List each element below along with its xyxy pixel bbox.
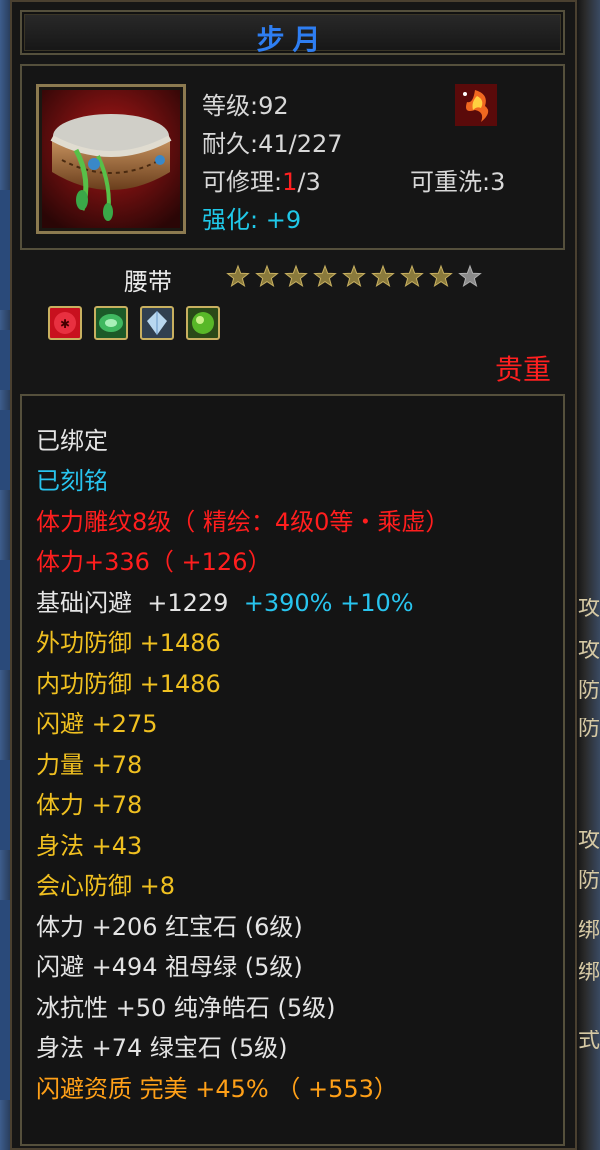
durability-value: 41/227 — [258, 130, 343, 158]
star-filled-icon — [371, 264, 395, 288]
ice-gem-icon[interactable] — [140, 306, 174, 340]
item-subheader: 腰带 ✱ 贵重 — [20, 258, 565, 388]
emerald-gem-icon[interactable] — [186, 306, 220, 340]
strength-attribute: 力量 +78 — [36, 751, 143, 779]
level-label: 等级: — [202, 92, 259, 120]
star-filled-icon — [313, 264, 337, 288]
durability-label: 耐久: — [202, 130, 259, 158]
base-dodge-value: +1229 — [147, 589, 229, 617]
enhance-value: +9 — [265, 206, 302, 234]
rewash-label: 可重洗: — [410, 168, 491, 196]
base-dodge-label: 基础闪避 — [36, 589, 132, 617]
stamina-attribute: 体力 +78 — [36, 791, 143, 819]
enhance-row: 强化: +9 — [202, 200, 301, 235]
star-empty-icon — [458, 264, 482, 288]
repair-row: 可修理:1/3 — [202, 162, 321, 197]
repair-total: /3 — [297, 168, 321, 196]
star-filled-icon — [429, 264, 453, 288]
right-panel-char: 攻 — [578, 830, 600, 852]
star-filled-icon — [342, 264, 366, 288]
star-filled-icon — [255, 264, 279, 288]
level-row: 等级:92 — [202, 86, 289, 121]
right-panel-char: 式 — [578, 1030, 600, 1052]
rewash-row: 可重洗:3 — [410, 162, 505, 197]
star-filled-icon — [226, 264, 250, 288]
gem-attribute-emerald: 闪避 +494 祖母绿 (5级) — [36, 953, 303, 981]
right-panel-char: 防 — [578, 870, 600, 892]
inner-defense-attribute: 内功防御 +1486 — [36, 670, 221, 698]
engraved-status: 已刻铭 — [36, 467, 108, 495]
gem-attribute-green: 身法 +74 绿宝石 (5级) — [36, 1034, 288, 1062]
fire-rune-icon[interactable] — [455, 84, 497, 126]
item-type: 腰带 — [124, 268, 172, 296]
right-panel-char: 绑 — [578, 962, 600, 984]
right-panel-char: 绑 — [578, 920, 600, 942]
agility-attribute: 身法 +43 — [36, 832, 143, 860]
emerald-gem-glyph — [192, 312, 214, 334]
dodge-aptitude-attribute: 闪避资质 完美 +45% （ +553） — [36, 1075, 398, 1103]
svg-text:✱: ✱ — [60, 317, 70, 331]
green-gem-glyph — [99, 314, 123, 332]
green-gem-icon[interactable] — [94, 306, 128, 340]
base-dodge-row: 基础闪避 +1229 +390% +10% — [36, 588, 414, 618]
star-rating — [226, 264, 482, 288]
level-value: 92 — [258, 92, 289, 120]
enhance-label: 强化: — [202, 206, 259, 234]
belt-icon — [42, 90, 180, 228]
red-gem-glyph: ✱ — [54, 312, 76, 334]
gem-attribute-ruby: 体力 +206 红宝石 (6级) — [36, 913, 303, 941]
star-filled-icon — [400, 264, 424, 288]
item-icon-frame — [36, 84, 186, 234]
repair-used: 1 — [282, 168, 298, 196]
item-title-bar: 步月 — [20, 10, 565, 56]
rarity-label: 贵重 — [494, 353, 551, 386]
bound-status: 已绑定 — [36, 427, 108, 455]
item-name: 步月 — [256, 23, 329, 56]
item-info-panel: 等级:92 耐久:41/227 可修理:1/3 可重洗:3 强化: +9 — [20, 64, 565, 250]
right-panel-char: 攻 — [578, 598, 600, 620]
red-gem-icon[interactable]: ✱ — [48, 306, 82, 340]
dodge-attribute: 闪避 +275 — [36, 710, 158, 738]
repair-label: 可修理: — [202, 168, 283, 196]
gem-attribute-diamond: 冰抗性 +50 纯净皓石 (5级) — [36, 994, 336, 1022]
attribute-panel: 已绑定 已刻铭 体力雕纹8级（ 精绘：4级0等・乘虚） 体力+336（ +126… — [20, 394, 565, 1146]
stamina-main-attribute: 体力+336（ +126） — [36, 548, 272, 576]
crit-defense-attribute: 会心防御 +8 — [36, 872, 176, 900]
star-filled-icon — [284, 264, 308, 288]
base-dodge-percent: +390% — [243, 589, 333, 617]
outer-defense-attribute: 外功防御 +1486 — [36, 629, 221, 657]
item-tooltip: 步月 等级:92 耐久:41/227 可修理:1/3 可重洗:3 强化: +9 … — [10, 0, 577, 1150]
base-dodge-bonus: +10% — [340, 589, 414, 617]
rewash-value: 3 — [490, 168, 506, 196]
ice-gem-glyph — [147, 311, 167, 335]
carving-attribute: 体力雕纹8级（ 精绘：4级0等・乘虚） — [36, 508, 450, 536]
durability-row: 耐久:41/227 — [202, 124, 343, 159]
right-panel-char: 防 — [578, 680, 600, 702]
right-panel-char: 防 — [578, 718, 600, 740]
background-right-panel: 攻 攻 防 防 攻 防 绑 绑 式 — [575, 0, 600, 1150]
right-panel-char: 攻 — [578, 640, 600, 662]
